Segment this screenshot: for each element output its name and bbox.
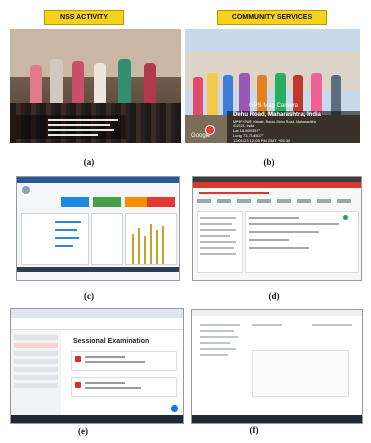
topic-item xyxy=(14,335,58,340)
volunteer-figure xyxy=(144,63,156,105)
dashboard-screenshot xyxy=(16,176,180,281)
caption-a: (a) xyxy=(83,157,95,167)
sidebar-item xyxy=(200,229,236,231)
browser-bar xyxy=(192,310,362,316)
topic-item xyxy=(14,383,58,388)
caption-f: (f) xyxy=(249,425,259,435)
topic-item-active xyxy=(14,343,58,348)
group-member-figure xyxy=(207,73,218,117)
sidebar-item xyxy=(200,223,232,225)
group-member-figure xyxy=(193,77,203,117)
progress-bar xyxy=(55,221,81,223)
nss-activity-label: NSS ACTIVITY xyxy=(44,10,124,25)
sidebar-item xyxy=(200,247,234,249)
assignment-text-line xyxy=(85,361,145,363)
caption-c: (c) xyxy=(84,291,94,301)
form-content-box xyxy=(252,350,349,397)
content-line xyxy=(249,217,299,219)
stat-tile xyxy=(61,197,89,207)
gps-app-name: GPS Map Camera xyxy=(249,103,299,109)
community-services-label: COMMUNITY SERVICES xyxy=(217,10,327,25)
volunteer-figure xyxy=(72,61,84,105)
chart-bar xyxy=(156,230,158,264)
status-dot-icon xyxy=(343,215,348,220)
volunteer-figure xyxy=(94,63,106,105)
gps-datetime: 12/01/23 12:05 PM GMT +05:30 xyxy=(233,138,291,143)
sidebar-item xyxy=(200,235,230,237)
volunteer-figure xyxy=(118,59,131,105)
topic-item xyxy=(14,359,58,364)
caption-e: (e) xyxy=(78,426,88,436)
nss-activity-photo xyxy=(10,29,181,143)
section-title: Sessional Examination xyxy=(73,338,150,345)
form-line xyxy=(200,330,234,332)
gps-stamp-text-line xyxy=(48,129,114,131)
score-card xyxy=(91,213,123,265)
course-content-area xyxy=(245,211,359,273)
course-nav-tabs xyxy=(197,199,357,203)
content-line xyxy=(249,239,289,241)
chart-bar xyxy=(132,234,134,264)
topic-item xyxy=(14,367,58,372)
caption-b: (b) xyxy=(263,157,275,167)
profile-avatar xyxy=(22,186,30,194)
footer-strip xyxy=(17,267,179,272)
content-line xyxy=(249,223,339,225)
gps-stamp-text-line xyxy=(48,124,110,126)
google-logo: Google xyxy=(191,133,211,139)
assignment-icon xyxy=(75,356,81,362)
os-taskbar xyxy=(11,415,183,423)
chart-bar xyxy=(162,226,164,264)
content-line xyxy=(249,247,309,249)
course-title-line xyxy=(199,192,269,194)
chart-bar xyxy=(138,228,140,264)
gps-place: Dehu Road, Maharashtra, India xyxy=(233,112,322,118)
gps-stamp-text-line xyxy=(48,134,98,136)
site-header-bar xyxy=(193,182,361,188)
browser-bar xyxy=(17,177,179,183)
caption-d: (d) xyxy=(268,291,280,301)
form-line xyxy=(200,348,236,350)
sidebar-item xyxy=(200,241,236,243)
stat-tile xyxy=(93,197,121,207)
classroom-header xyxy=(11,318,183,330)
assignment-text-line xyxy=(85,387,141,389)
topic-item xyxy=(14,375,58,380)
form-line xyxy=(200,354,228,356)
content-line xyxy=(249,231,319,233)
sidebar-item xyxy=(200,217,236,219)
topic-item xyxy=(14,351,58,356)
assignment-icon xyxy=(75,382,81,388)
sidebar-item xyxy=(200,253,236,255)
progress-bar xyxy=(55,237,79,239)
assignment-text-line xyxy=(85,382,125,384)
form-line xyxy=(200,336,238,338)
progress-bar xyxy=(55,229,77,231)
volunteer-figure xyxy=(50,59,63,105)
course-page-screenshot xyxy=(192,176,362,281)
chart-card xyxy=(125,213,177,265)
chart-bar xyxy=(150,224,152,264)
volunteer-figure xyxy=(30,65,42,105)
classroom-screenshot: Sessional Examination xyxy=(10,308,184,424)
chart-bar xyxy=(144,236,146,264)
form-line xyxy=(200,324,240,326)
browser-tab-bar xyxy=(11,309,183,318)
assignment-text-line xyxy=(85,356,125,358)
form-line xyxy=(200,342,230,344)
gps-stamp-text-line xyxy=(48,119,118,121)
stat-tile xyxy=(147,197,175,207)
os-taskbar xyxy=(192,415,362,423)
add-button-icon xyxy=(171,405,178,412)
community-services-photo: GPS Map Camera Dehu Road, Maharashtra, I… xyxy=(185,29,360,143)
form-line xyxy=(312,324,352,326)
form-screenshot xyxy=(191,309,363,424)
form-line xyxy=(252,324,282,326)
progress-bar xyxy=(55,245,73,247)
